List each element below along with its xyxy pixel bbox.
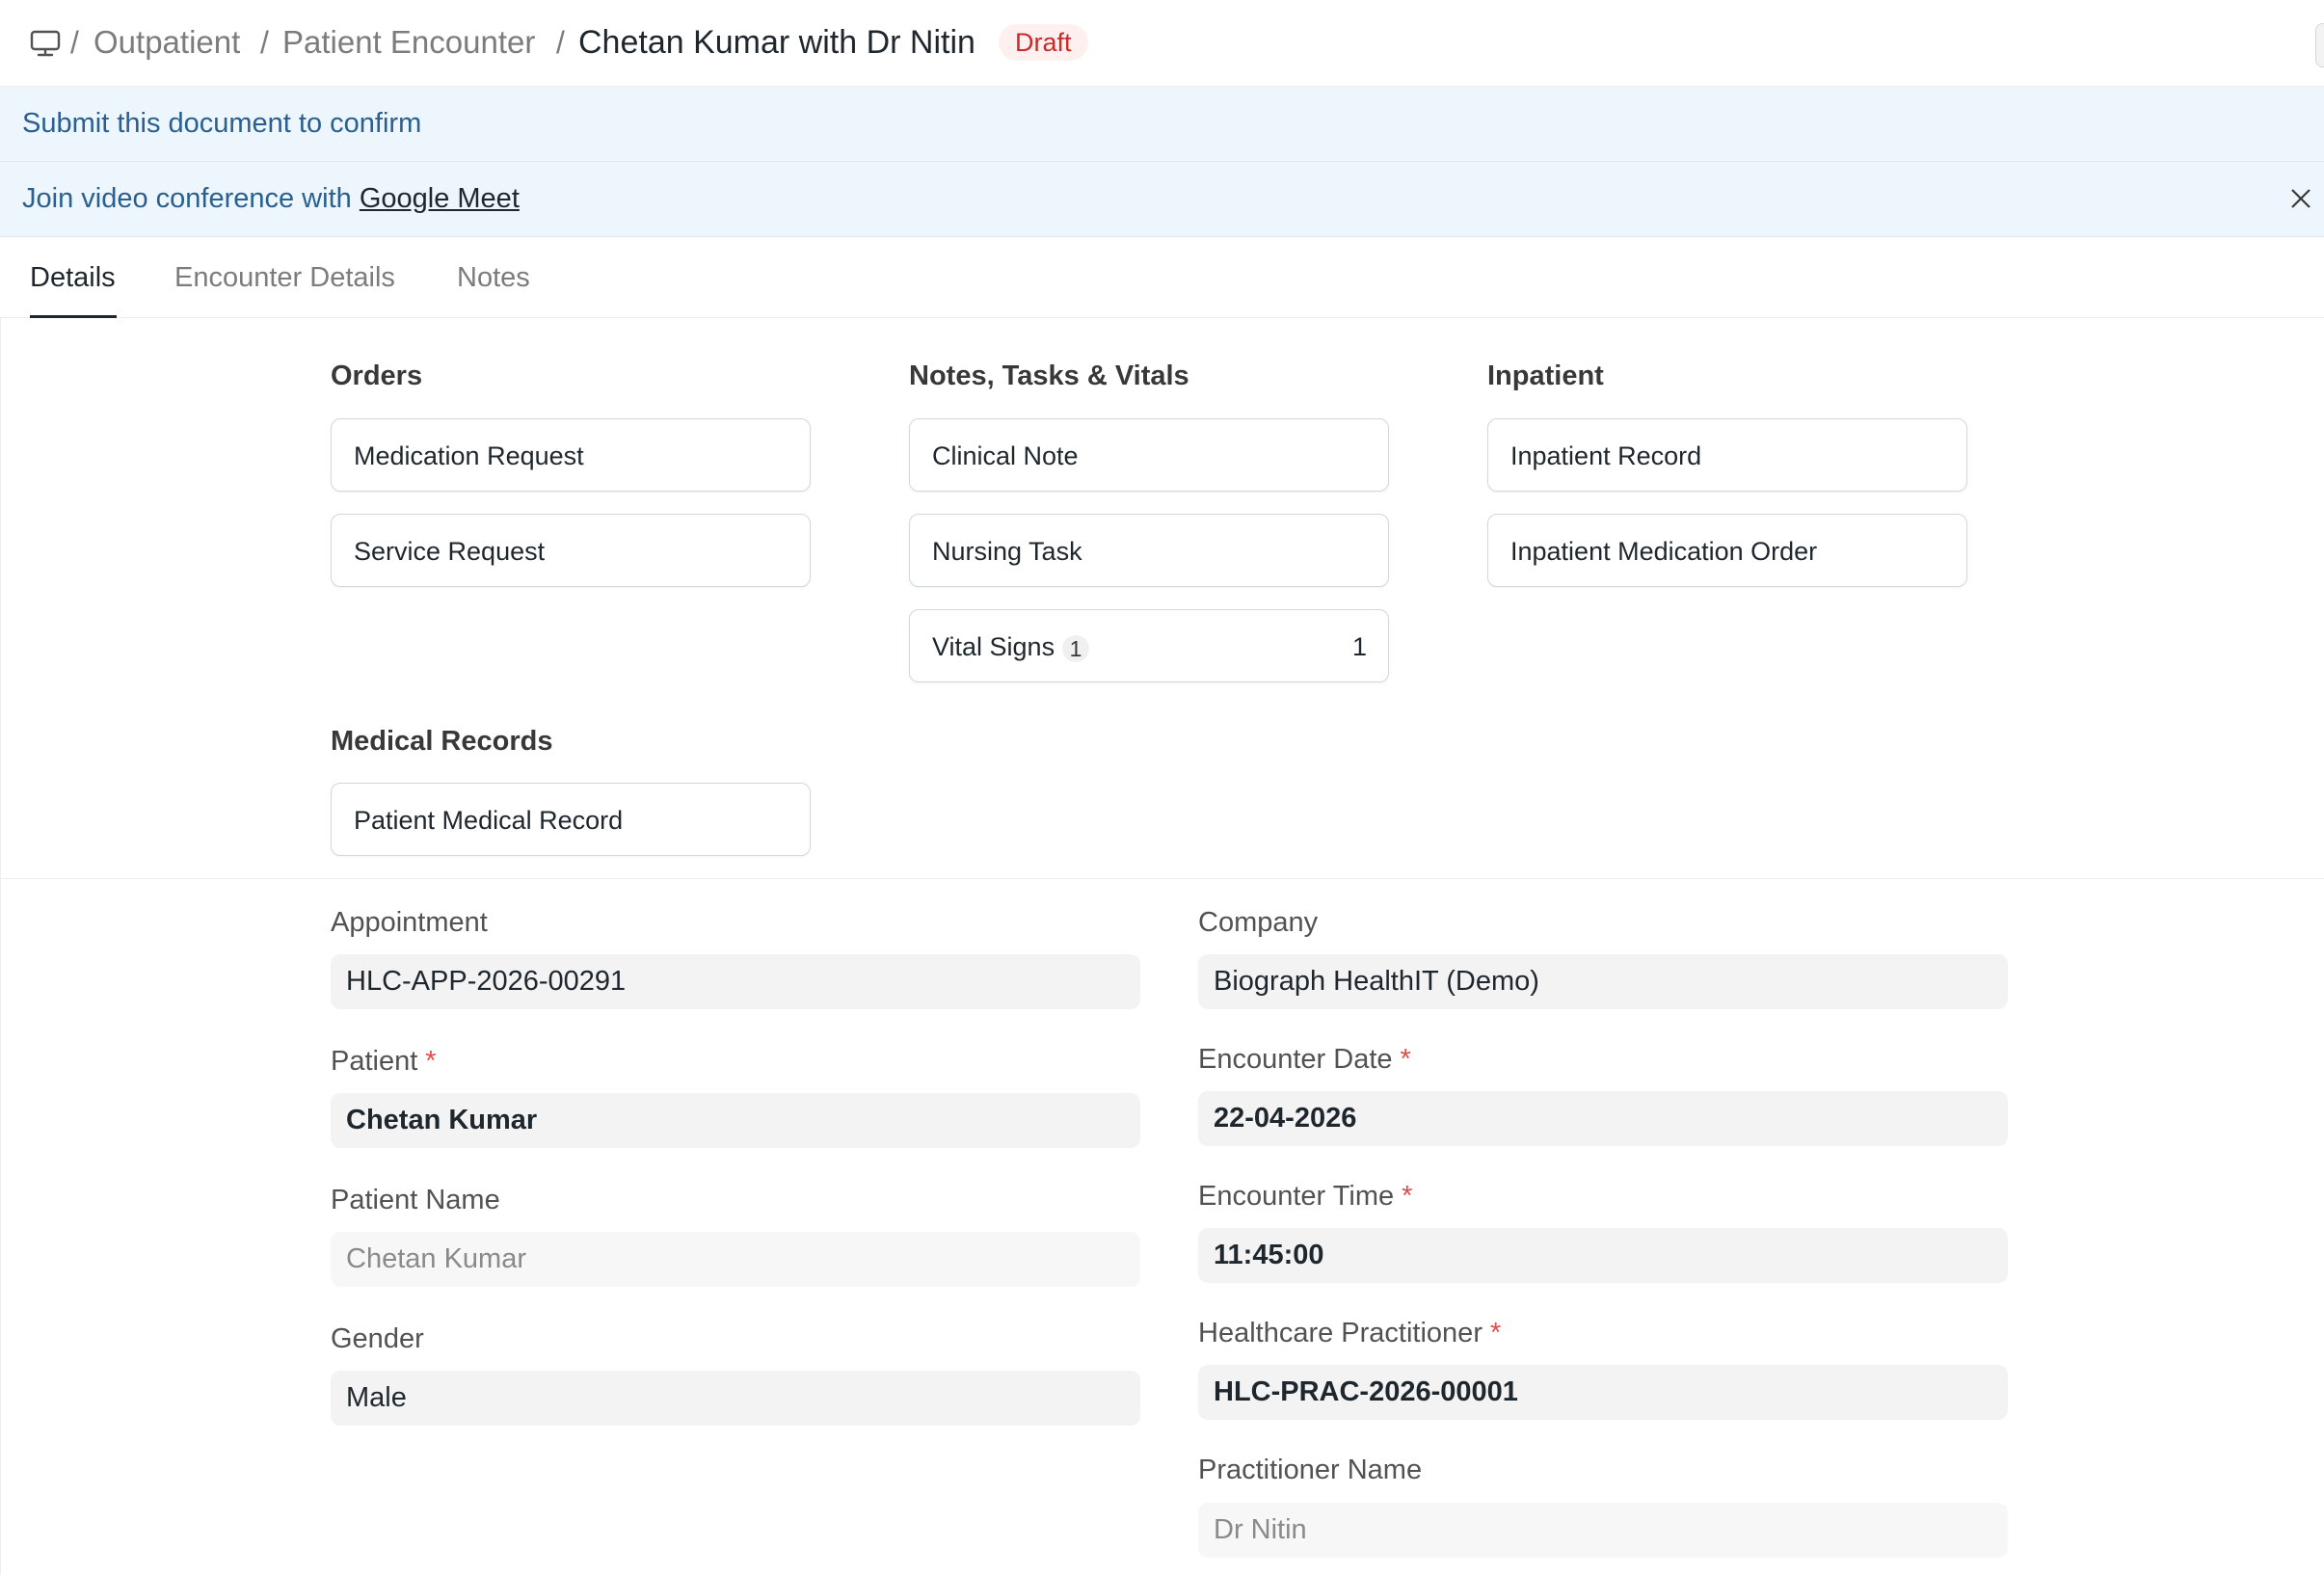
tab-details[interactable]: Details [30,238,116,317]
breadcrumb-outpatient[interactable]: Outpatient [93,21,240,64]
required-mark: * [425,1046,437,1077]
notes-group-title: Notes, Tasks & Vitals [909,360,1189,391]
breadcrumb-patient-encounter[interactable]: Patient Encounter [282,21,535,64]
submit-banner: Submit this document to confirm [0,87,2324,162]
video-conference-prefix: Join video conference with [22,183,352,214]
required-mark: * [1402,1181,1413,1212]
card-label: Nursing Task [932,537,1082,566]
gender-field[interactable]: Male [331,1371,1140,1426]
patient-label-text: Patient [331,1046,418,1077]
nursing-task-link[interactable]: Nursing Task [909,514,1389,587]
google-meet-link[interactable]: Google Meet [360,183,520,214]
inpatient-record-link[interactable]: Inpatient Record [1487,418,1967,492]
vital-signs-count[interactable]: 1 [1352,610,1367,683]
card-label: Medication Request [354,441,584,470]
patient-name-field: Chetan Kumar [331,1232,1140,1287]
card-label: Clinical Note [932,441,1079,470]
encounter-date-label: Encounter Date * [1198,1044,1411,1076]
video-conference-banner: Join video conference with Google Meet [0,162,2324,237]
status-badge: Draft [999,24,1088,61]
vital-signs-label: Vital Signs [932,632,1055,661]
required-mark: * [1489,1318,1502,1348]
practitioner-name-field: Dr Nitin [1198,1503,2008,1558]
medication-request-link[interactable]: Medication Request [331,418,811,492]
patient-label: Patient * [331,1046,437,1078]
clinical-note-link[interactable]: Clinical Note [909,418,1389,492]
vital-signs-count-badge: 1 [1062,634,1090,662]
content-border [0,317,1,1575]
vital-signs-link[interactable]: Vital Signs 1 1 [909,609,1389,682]
active-tab-indicator [30,315,117,318]
orders-group-title: Orders [331,360,423,391]
gender-label: Gender [331,1323,424,1354]
encounter-time-label: Encounter Time * [1198,1181,1412,1213]
service-request-link[interactable]: Service Request [331,514,811,587]
tab-notes[interactable]: Notes [457,238,530,317]
encounter-time-label-text: Encounter Time [1198,1181,1395,1212]
breadcrumb-separator: / [556,24,565,60]
practitioner-name-label: Practitioner Name [1198,1455,1423,1485]
breadcrumb-separator: / [260,24,269,60]
medical-records-group-title: Medical Records [331,726,553,757]
section-divider [0,878,2324,879]
patient-field[interactable]: Chetan Kumar [331,1093,1140,1148]
breadcrumb-separator: / [70,24,79,60]
encounter-date-label-text: Encounter Date [1198,1044,1393,1075]
practitioner-field[interactable]: HLC-PRAC-2026-00001 [1198,1365,2008,1420]
appointment-label: Appointment [331,907,488,938]
submit-message: Submit this document to confirm [22,108,422,139]
company-field[interactable]: Biograph HealthIT (Demo) [1198,954,2008,1009]
page-title: Chetan Kumar with Dr Nitin [578,23,975,61]
inpatient-group-title: Inpatient [1487,360,1604,391]
close-icon[interactable] [2287,185,2314,212]
monitor-icon[interactable] [30,29,61,58]
practitioner-label: Healthcare Practitioner * [1198,1318,1501,1349]
card-label: Vital Signs 1 [932,610,1090,683]
encounter-time-field[interactable]: 11:45:00 [1198,1228,2008,1283]
tab-bar: Details Encounter Details Notes [0,238,2324,318]
card-label: Inpatient Medication Order [1510,537,1818,566]
patient-medical-record-link[interactable]: Patient Medical Record [331,783,811,856]
required-mark: * [1400,1044,1411,1075]
tab-encounter-details[interactable]: Encounter Details [174,238,395,317]
video-conference-message: Join video conference with Google Meet [22,162,520,236]
appointment-field[interactable]: HLC-APP-2026-00291 [331,954,1140,1009]
card-label: Inpatient Record [1510,441,1702,470]
card-label: Service Request [354,537,546,566]
company-label: Company [1198,907,1319,938]
practitioner-label-text: Healthcare Practitioner [1198,1318,1483,1348]
inpatient-medication-order-link[interactable]: Inpatient Medication Order [1487,514,1967,587]
patient-name-label: Patient Name [331,1185,500,1215]
card-label: Patient Medical Record [354,806,624,835]
header-action-button[interactable] [2315,23,2324,67]
encounter-date-field[interactable]: 22-04-2026 [1198,1091,2008,1146]
